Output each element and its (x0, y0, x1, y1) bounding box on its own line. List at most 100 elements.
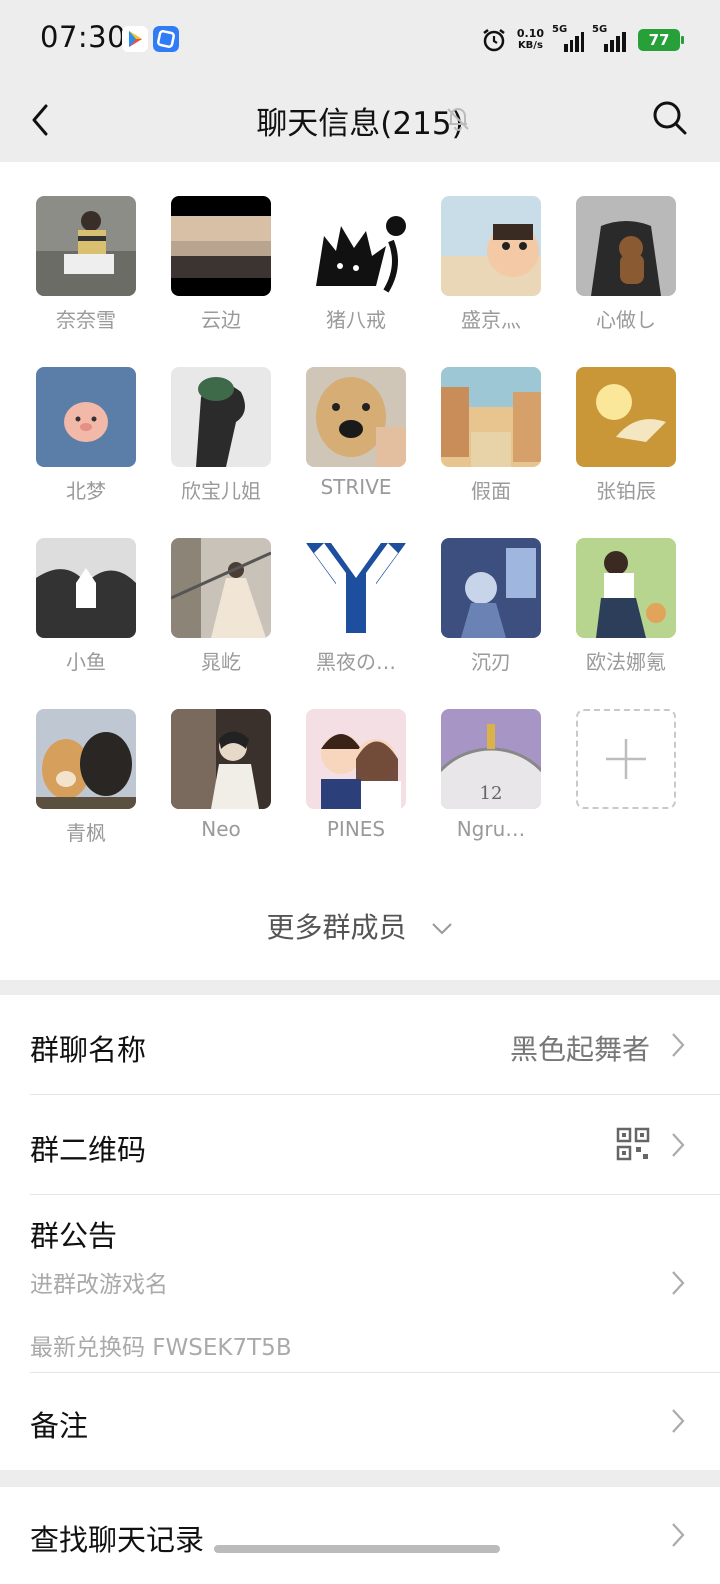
member-item[interactable]: Neo (171, 709, 271, 841)
member-item[interactable]: 北梦 (36, 367, 136, 504)
qr-code-row[interactable]: 群二维码 (0, 1095, 720, 1195)
avatar (171, 367, 271, 467)
avatar (36, 196, 136, 296)
member-name: 晁屹 (201, 650, 241, 674)
avatar (306, 367, 406, 467)
network-speed-unit: KB/s (517, 40, 543, 51)
add-member-tile[interactable] (576, 709, 676, 809)
member-item[interactable]: 欣宝儿姐 (171, 367, 271, 504)
member-name: Neo (201, 817, 241, 841)
chevron-right-icon (672, 1133, 685, 1157)
more-members-label: 更多群成员 (266, 911, 407, 944)
member-item[interactable]: 盛京灬 (441, 196, 541, 333)
member-name: 青枫 (66, 821, 106, 845)
avatar (306, 709, 406, 809)
member-name: 猪八戒 (326, 308, 386, 332)
more-members-button[interactable]: 更多群成员 (0, 906, 720, 946)
avatar: 12 (441, 709, 541, 809)
members-panel: 奈奈雪 云边 猪八戒 盛京灬 心做し 北梦 欣宝儿姐 STRIVE 假面 张铂辰… (0, 162, 720, 980)
member-name: 盛京灬 (461, 308, 521, 332)
network-speed: 0.10 KB/s (517, 28, 544, 52)
group-notice-label: 群公告 (30, 1219, 118, 1253)
member-name: 云边 (201, 308, 241, 332)
member-item[interactable]: 12 Ngru… (441, 709, 541, 841)
alarm-icon (483, 29, 505, 52)
member-item[interactable]: 假面 (441, 367, 541, 504)
network-speed-value: 0.10 (516, 27, 544, 40)
search-history-row[interactable]: 查找聊天记录 (0, 1487, 720, 1584)
member-item[interactable]: 张铂辰 (576, 367, 676, 504)
chevron-right-icon (672, 1033, 685, 1057)
member-item[interactable]: 黑夜の… (306, 538, 406, 675)
avatar (576, 538, 676, 638)
avatar (306, 196, 406, 296)
member-item[interactable]: 奈奈雪 (36, 196, 136, 333)
member-name: Ngru… (456, 817, 526, 841)
member-name: 心做し (596, 308, 656, 332)
avatar (36, 709, 136, 809)
battery-level: 77 (648, 31, 670, 49)
member-name: 沉刃 (471, 650, 511, 674)
home-indicator[interactable] (214, 1545, 500, 1553)
member-name: 小鱼 (66, 650, 106, 674)
avatar (441, 367, 541, 467)
status-time: 07:30 (40, 20, 127, 54)
plus-icon (606, 739, 646, 779)
member-item[interactable]: 晁屹 (171, 538, 271, 675)
member-item[interactable]: 沉刃 (441, 538, 541, 675)
page-title: 聊天信息(215) (256, 106, 464, 142)
member-name: 奈奈雪 (56, 308, 116, 332)
member-name: 黑夜の… (316, 650, 396, 674)
member-name: 欣宝儿姐 (181, 479, 261, 503)
member-name: 假面 (471, 479, 511, 503)
member-name: 欧法娜氪 (586, 650, 666, 674)
svg-text:12: 12 (480, 783, 503, 804)
chevron-right-icon (672, 1409, 685, 1433)
chevron-right-icon (672, 1523, 685, 1547)
avatar (441, 538, 541, 638)
avatar (171, 196, 271, 296)
status-indicators: 0.10 KB/s 5G 5G 77 (481, 24, 684, 56)
battery-icon: 77 (638, 29, 684, 51)
chevron-down-icon (432, 923, 453, 935)
member-item[interactable]: 欧法娜氪 (576, 538, 676, 675)
search-history-label: 查找聊天记录 (30, 1523, 205, 1557)
group-name-value: 黑色起舞者 (509, 1033, 650, 1066)
signal-2-icon: 5G (592, 24, 628, 52)
remark-row[interactable]: 备注 (0, 1373, 720, 1470)
member-item[interactable]: PINES (306, 709, 406, 841)
member-item[interactable]: STRIVE (306, 367, 406, 499)
avatar (576, 196, 676, 296)
avatar (576, 367, 676, 467)
add-member-button[interactable] (576, 709, 676, 809)
avatar (36, 538, 136, 638)
avatar (171, 538, 271, 638)
avatar (306, 538, 406, 638)
member-item[interactable]: 云边 (171, 196, 271, 333)
member-item[interactable]: 猪八戒 (306, 196, 406, 333)
avatar (441, 196, 541, 296)
group-name-label: 群聊名称 (30, 1033, 147, 1067)
group-notice-row[interactable]: 群公告 进群改游戏名 最新兑换码 FWSEK7T5B (0, 1195, 720, 1372)
chevron-right-icon (672, 1271, 685, 1295)
search-icon[interactable] (650, 98, 690, 138)
member-item[interactable]: 小鱼 (36, 538, 136, 675)
group-notice-line: 进群改游戏名 (30, 1272, 168, 1298)
app-icon (153, 26, 179, 52)
page-title-wrap: 聊天信息(215) (0, 98, 720, 143)
avatar (171, 709, 271, 809)
play-store-icon (122, 26, 148, 52)
member-name: 北梦 (66, 479, 106, 503)
signal-1-label: 5G (552, 24, 568, 35)
group-notice-line: 最新兑换码 FWSEK7T5B (30, 1335, 292, 1361)
bell-off-icon (447, 108, 469, 131)
member-name: 张铂辰 (596, 479, 656, 503)
signal-1-icon: 5G (552, 24, 584, 52)
member-name: PINES (326, 817, 386, 841)
signal-2-label: 5G (592, 24, 608, 35)
group-name-row[interactable]: 群聊名称 黑色起舞者 (0, 995, 720, 1095)
member-item[interactable]: 心做し (576, 196, 676, 333)
avatar (36, 367, 136, 467)
qr-code-label: 群二维码 (30, 1133, 147, 1167)
member-item[interactable]: 青枫 (36, 709, 136, 846)
